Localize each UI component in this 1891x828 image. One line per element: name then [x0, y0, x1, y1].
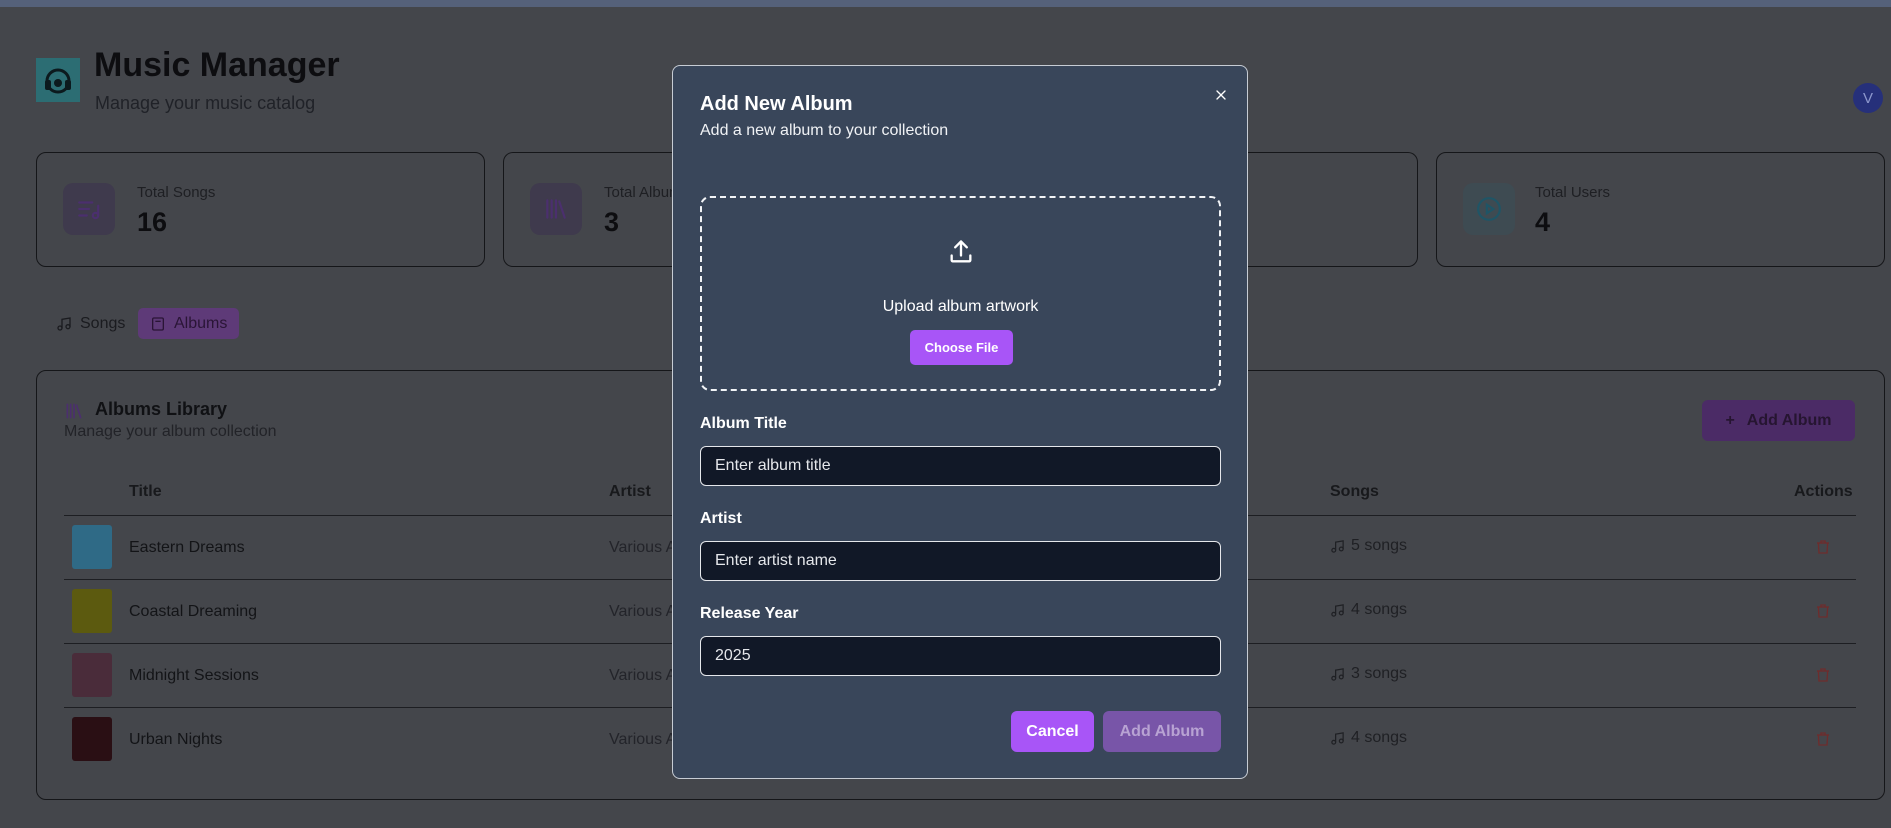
music-note-icon	[57, 316, 71, 331]
upload-text: Upload album artwork	[882, 298, 1039, 315]
stat-value: 16	[137, 207, 168, 237]
tab-label: Albums	[174, 314, 228, 332]
column-header-title: Title	[129, 483, 162, 500]
column-header-artist: Artist	[609, 483, 651, 500]
stat-card-total-users: Total Users 4	[1436, 152, 1885, 267]
dialog-subtitle: Add a new album to your collection	[700, 122, 949, 139]
headphones-logo-icon	[36, 58, 80, 102]
tab-label: Songs	[80, 314, 126, 332]
album-cover	[72, 589, 112, 633]
app-subtitle: Manage your music catalog	[95, 93, 316, 113]
add-album-button[interactable]: + Add Album	[1702, 400, 1855, 441]
upload-icon	[950, 240, 972, 263]
column-header-actions: Actions	[1794, 483, 1853, 500]
album-icon	[152, 316, 164, 331]
add-album-label: Add Album	[1746, 411, 1832, 429]
album-title-cell: Eastern Dreams	[129, 539, 245, 556]
artist-input[interactable]	[700, 541, 1221, 581]
window-top-bar	[0, 0, 1891, 7]
release-year-input[interactable]	[700, 636, 1221, 676]
album-artist-cell: Various A	[609, 731, 677, 748]
choose-file-button[interactable]: Choose File	[910, 330, 1013, 365]
album-songs-cell: 3 songs	[1330, 665, 1407, 683]
trash-icon[interactable]	[1815, 666, 1831, 684]
stat-card-total-songs: Total Songs 16	[36, 152, 485, 267]
play-circle-icon	[1463, 183, 1515, 235]
album-title-cell: Coastal Dreaming	[129, 603, 258, 620]
library-title: Albums Library	[95, 399, 228, 419]
close-button[interactable]	[1209, 83, 1233, 107]
add-album-submit-button[interactable]: Add Album	[1103, 711, 1221, 752]
dialog-title: Add New Album	[700, 93, 853, 115]
artist-label: Artist	[700, 510, 742, 527]
songs-count: 4 songs	[1351, 729, 1408, 746]
music-note-icon	[1331, 667, 1344, 681]
library-icon	[530, 183, 582, 235]
stat-label: Total Songs	[137, 184, 216, 201]
cancel-button[interactable]: Cancel	[1011, 711, 1094, 752]
songs-count: 3 songs	[1351, 665, 1408, 682]
album-artist-cell: Various A	[609, 539, 677, 556]
app-title: Music Manager	[94, 46, 340, 84]
album-songs-cell: 4 songs	[1330, 729, 1407, 747]
artwork-dropzone[interactable]: Upload album artwork Choose File	[700, 196, 1221, 391]
music-note-icon	[1331, 731, 1344, 745]
close-icon	[1216, 90, 1226, 100]
songs-count: 5 songs	[1351, 537, 1408, 554]
tab-songs[interactable]: Songs	[44, 308, 137, 339]
album-artist-cell: Various A	[609, 667, 677, 684]
album-songs-cell: 5 songs	[1330, 537, 1407, 555]
music-list-icon	[63, 183, 115, 235]
songs-count: 4 songs	[1351, 601, 1408, 618]
plus-icon: +	[1725, 411, 1735, 429]
add-album-dialog: Add New Album Add a new album to your co…	[672, 65, 1248, 779]
stat-label: Total Users	[1535, 184, 1611, 201]
album-cover	[72, 525, 112, 569]
trash-icon[interactable]	[1815, 730, 1831, 748]
trash-icon[interactable]	[1815, 538, 1831, 556]
tab-albums[interactable]: Albums	[138, 308, 240, 339]
album-title-label: Album Title	[700, 415, 787, 432]
trash-icon[interactable]	[1815, 602, 1831, 620]
album-title-input[interactable]	[700, 446, 1221, 486]
album-title-cell: Midnight Sessions	[129, 667, 259, 684]
music-note-icon	[1331, 603, 1344, 617]
app-logo	[36, 58, 80, 102]
album-cover	[72, 717, 112, 761]
stat-value: 3	[604, 207, 620, 237]
album-songs-cell: 4 songs	[1330, 601, 1407, 619]
album-cover	[72, 653, 112, 697]
album-artist-cell: Various A	[609, 603, 677, 620]
album-title-cell: Urban Nights	[129, 731, 223, 748]
user-avatar[interactable]: V	[1853, 83, 1883, 113]
library-subtitle: Manage your album collection	[64, 423, 277, 440]
column-header-songs: Songs	[1330, 483, 1379, 500]
music-note-icon	[1331, 539, 1344, 553]
stat-value: 4	[1535, 207, 1551, 237]
library-icon	[66, 403, 82, 419]
release-year-label: Release Year	[700, 605, 799, 622]
